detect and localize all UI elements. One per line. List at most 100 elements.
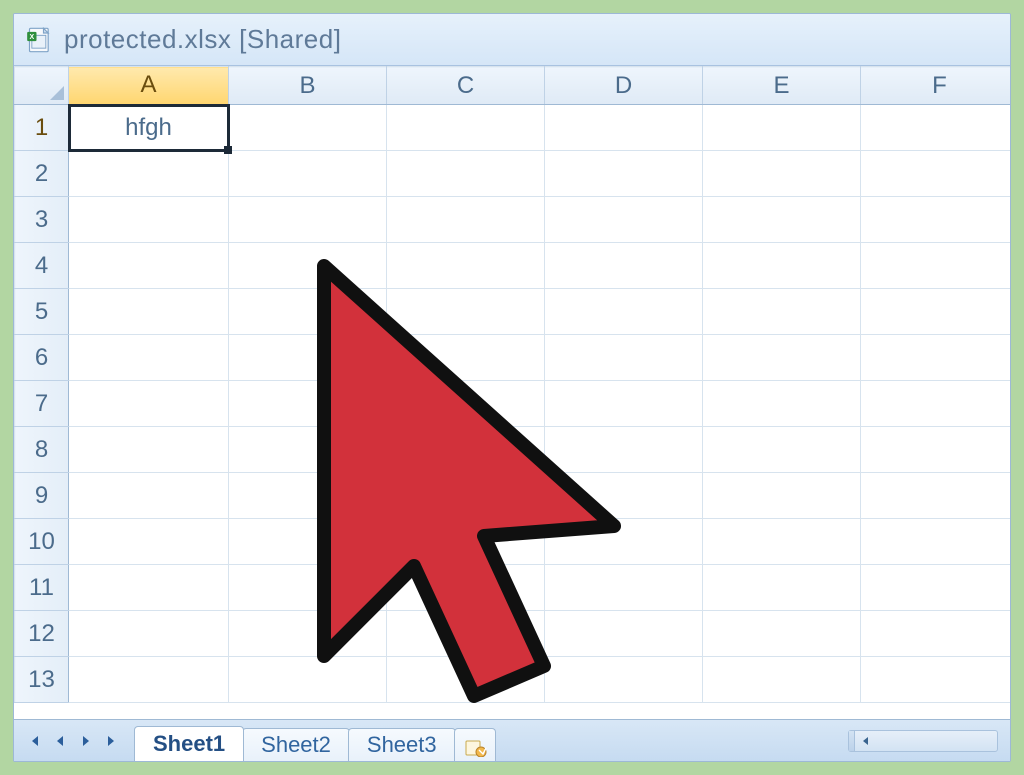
new-sheet-tab[interactable] (454, 728, 496, 762)
row-header-5[interactable]: 5 (15, 289, 69, 335)
tab-nav-first-icon[interactable] (22, 729, 46, 753)
column-header-A[interactable]: A (69, 67, 229, 105)
spreadsheet-grid[interactable]: A B C D E F 1hfgh2345678910111213 (14, 66, 1010, 719)
cell-C13[interactable] (387, 657, 545, 703)
cell-C9[interactable] (387, 473, 545, 519)
row-header-10[interactable]: 10 (15, 519, 69, 565)
cell-D8[interactable] (545, 427, 703, 473)
cell-E11[interactable] (703, 565, 861, 611)
cell-E8[interactable] (703, 427, 861, 473)
cell-D10[interactable] (545, 519, 703, 565)
cell-A5[interactable] (69, 289, 229, 335)
cell-F11[interactable] (861, 565, 1011, 611)
horizontal-scrollbar[interactable] (848, 730, 998, 752)
cell-C1[interactable] (387, 105, 545, 151)
row-header-12[interactable]: 12 (15, 611, 69, 657)
cell-F12[interactable] (861, 611, 1011, 657)
cell-F6[interactable] (861, 335, 1011, 381)
tab-nav-next-icon[interactable] (74, 729, 98, 753)
cell-F1[interactable] (861, 105, 1011, 151)
cell-C12[interactable] (387, 611, 545, 657)
cell-D7[interactable] (545, 381, 703, 427)
cell-A2[interactable] (69, 151, 229, 197)
cell-F5[interactable] (861, 289, 1011, 335)
cell-A4[interactable] (69, 243, 229, 289)
cell-D5[interactable] (545, 289, 703, 335)
cell-D12[interactable] (545, 611, 703, 657)
tab-nav-last-icon[interactable] (100, 729, 124, 753)
cell-E4[interactable] (703, 243, 861, 289)
cell-B2[interactable] (229, 151, 387, 197)
cell-A7[interactable] (69, 381, 229, 427)
cell-F10[interactable] (861, 519, 1011, 565)
scroll-left-icon[interactable] (855, 731, 877, 751)
cell-E6[interactable] (703, 335, 861, 381)
cell-C6[interactable] (387, 335, 545, 381)
cell-D13[interactable] (545, 657, 703, 703)
cell-B13[interactable] (229, 657, 387, 703)
cell-A3[interactable] (69, 197, 229, 243)
column-header-F[interactable]: F (861, 67, 1011, 105)
cell-A8[interactable] (69, 427, 229, 473)
cell-A1[interactable]: hfgh (69, 105, 229, 151)
cell-A6[interactable] (69, 335, 229, 381)
cell-C7[interactable] (387, 381, 545, 427)
cell-F2[interactable] (861, 151, 1011, 197)
column-header-D[interactable]: D (545, 67, 703, 105)
cell-A10[interactable] (69, 519, 229, 565)
cell-B12[interactable] (229, 611, 387, 657)
cell-F8[interactable] (861, 427, 1011, 473)
cell-C8[interactable] (387, 427, 545, 473)
cell-E3[interactable] (703, 197, 861, 243)
cell-E2[interactable] (703, 151, 861, 197)
cell-E5[interactable] (703, 289, 861, 335)
sheet-tab-sheet2[interactable]: Sheet2 (242, 728, 350, 762)
row-header-1[interactable]: 1 (15, 105, 69, 151)
sheet-tab-sheet1[interactable]: Sheet1 (134, 726, 244, 762)
cell-F4[interactable] (861, 243, 1011, 289)
row-header-9[interactable]: 9 (15, 473, 69, 519)
cell-C10[interactable] (387, 519, 545, 565)
cell-A12[interactable] (69, 611, 229, 657)
cell-B9[interactable] (229, 473, 387, 519)
row-header-11[interactable]: 11 (15, 565, 69, 611)
row-header-8[interactable]: 8 (15, 427, 69, 473)
cell-B1[interactable] (229, 105, 387, 151)
row-header-6[interactable]: 6 (15, 335, 69, 381)
cell-B8[interactable] (229, 427, 387, 473)
row-header-13[interactable]: 13 (15, 657, 69, 703)
tab-nav-prev-icon[interactable] (48, 729, 72, 753)
cell-B6[interactable] (229, 335, 387, 381)
row-header-4[interactable]: 4 (15, 243, 69, 289)
cell-F9[interactable] (861, 473, 1011, 519)
cell-D11[interactable] (545, 565, 703, 611)
cell-D4[interactable] (545, 243, 703, 289)
row-header-2[interactable]: 2 (15, 151, 69, 197)
cell-A13[interactable] (69, 657, 229, 703)
cell-F7[interactable] (861, 381, 1011, 427)
cell-C3[interactable] (387, 197, 545, 243)
cell-E12[interactable] (703, 611, 861, 657)
cell-B5[interactable] (229, 289, 387, 335)
cell-D9[interactable] (545, 473, 703, 519)
cell-A11[interactable] (69, 565, 229, 611)
cell-A9[interactable] (69, 473, 229, 519)
cell-B10[interactable] (229, 519, 387, 565)
cell-E7[interactable] (703, 381, 861, 427)
row-header-3[interactable]: 3 (15, 197, 69, 243)
cell-D3[interactable] (545, 197, 703, 243)
column-header-E[interactable]: E (703, 67, 861, 105)
row-header-7[interactable]: 7 (15, 381, 69, 427)
sheet-tab-sheet3[interactable]: Sheet3 (348, 728, 456, 762)
cell-B7[interactable] (229, 381, 387, 427)
cell-F3[interactable] (861, 197, 1011, 243)
cell-E10[interactable] (703, 519, 861, 565)
cell-E1[interactable] (703, 105, 861, 151)
select-all-corner[interactable] (15, 67, 69, 105)
cell-E9[interactable] (703, 473, 861, 519)
cell-C2[interactable] (387, 151, 545, 197)
cell-F13[interactable] (861, 657, 1011, 703)
cell-D2[interactable] (545, 151, 703, 197)
cell-B11[interactable] (229, 565, 387, 611)
cell-C4[interactable] (387, 243, 545, 289)
